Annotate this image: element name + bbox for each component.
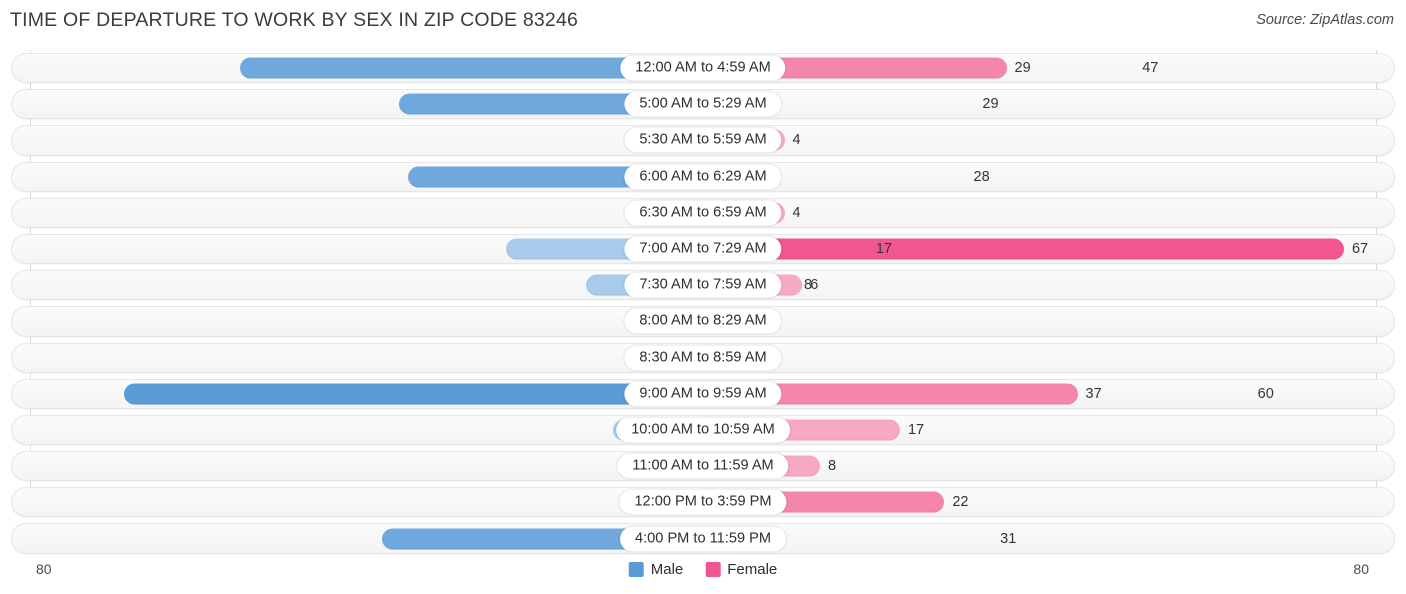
legend-item-female[interactable]: Female: [705, 561, 777, 578]
category-label: 7:30 AM to 7:59 AM: [624, 272, 782, 298]
bar-row: 008:00 AM to 8:29 AM: [0, 303, 1406, 339]
value-label-male: 60: [1257, 385, 1274, 402]
legend-label: Male: [650, 561, 684, 578]
bar-row: 3104:00 PM to 11:59 PM: [0, 520, 1406, 556]
value-label-female: 4: [792, 132, 801, 149]
legend-item-male[interactable]: Male: [628, 561, 684, 578]
category-label: 6:30 AM to 6:59 AM: [624, 200, 782, 226]
value-label-female: 17: [907, 421, 925, 438]
bar-male: [124, 383, 703, 405]
chart-legend: Male Female: [628, 561, 777, 578]
chart-header: TIME OF DEPARTURE TO WORK BY SEX IN ZIP …: [0, 0, 1406, 42]
bar-rows-container: 47 29 12:00 AM to 4:59 AM 2905:00 AM to 5:2…: [0, 50, 1406, 557]
bar-row: 51710:00 AM to 10:59 AM: [0, 412, 1406, 448]
bar-row: 02212:00 PM to 3:59 PM: [0, 484, 1406, 520]
bar-female: [703, 238, 1344, 260]
value-label-female: 37: [1085, 385, 1102, 402]
category-label: 11:00 AM to 11:59 AM: [617, 453, 789, 479]
value-label-male: 17: [875, 241, 892, 258]
value-label-female: 67: [1351, 241, 1369, 258]
bar-row: 3811:00 AM to 11:59 AM: [0, 448, 1406, 484]
chart-plot-area: 47 29 12:00 AM to 4:59 AM 2905:00 AM to 5:2…: [0, 50, 1406, 555]
category-label: 12:00 PM to 3:59 PM: [619, 489, 787, 515]
legend-swatch-icon: [705, 562, 721, 577]
category-label: 7:00 AM to 7:29 AM: [624, 236, 782, 262]
axis-max-left: 80: [36, 561, 52, 577]
bar-row: 245:30 AM to 5:59 AM: [0, 122, 1406, 158]
bar-row: 2806:00 AM to 6:29 AM: [0, 159, 1406, 195]
value-label-female: 4: [792, 204, 801, 221]
chart-footer: 80 80 Male Female: [0, 555, 1406, 594]
page-title: TIME OF DEPARTURE TO WORK BY SEX IN ZIP …: [10, 9, 579, 31]
category-label: 4:00 PM to 11:59 PM: [619, 526, 787, 552]
axis-max-right: 80: [1353, 561, 1369, 577]
value-label-female: 29: [1014, 60, 1031, 77]
value-label-male: 29: [982, 96, 999, 113]
value-label-male: 47: [1142, 60, 1159, 77]
category-label: 5:30 AM to 5:59 AM: [624, 127, 782, 153]
bar-row: 47 29 12:00 AM to 4:59 AM: [0, 50, 1406, 86]
source-attribution: Source: ZipAtlas.com: [1256, 12, 1394, 28]
value-label-female: 6: [810, 277, 819, 294]
category-label: 5:00 AM to 5:29 AM: [624, 91, 782, 117]
value-label-male: 28: [973, 168, 990, 185]
value-label-female: 8: [828, 458, 837, 475]
legend-label: Female: [727, 561, 778, 578]
bar-row: 046:30 AM to 6:59 AM: [0, 195, 1406, 231]
category-label: 6:00 AM to 6:29 AM: [624, 164, 782, 190]
category-label: 8:00 AM to 8:29 AM: [624, 308, 782, 334]
bar-row: 8 6 7:30 AM to 7:59 AM: [0, 267, 1406, 303]
legend-swatch-icon: [628, 562, 644, 577]
bar-row: 2905:00 AM to 5:29 AM: [0, 86, 1406, 122]
category-label: 10:00 AM to 10:59 AM: [616, 417, 790, 443]
value-label-female: 22: [952, 494, 969, 511]
category-label: 8:30 AM to 8:59 AM: [624, 345, 782, 371]
category-label: 12:00 AM to 4:59 AM: [620, 55, 786, 81]
category-label: 9:00 AM to 9:59 AM: [624, 381, 782, 407]
bar-row: 60 37 9:00 AM to 9:59 AM: [0, 376, 1406, 412]
value-label-male: 31: [1000, 530, 1017, 547]
chart-page: TIME OF DEPARTURE TO WORK BY SEX IN ZIP …: [0, 0, 1406, 594]
bar-row: 17 67 7:00 AM to 7:29 AM: [0, 231, 1406, 267]
bar-row: 008:30 AM to 8:59 AM: [0, 340, 1406, 376]
